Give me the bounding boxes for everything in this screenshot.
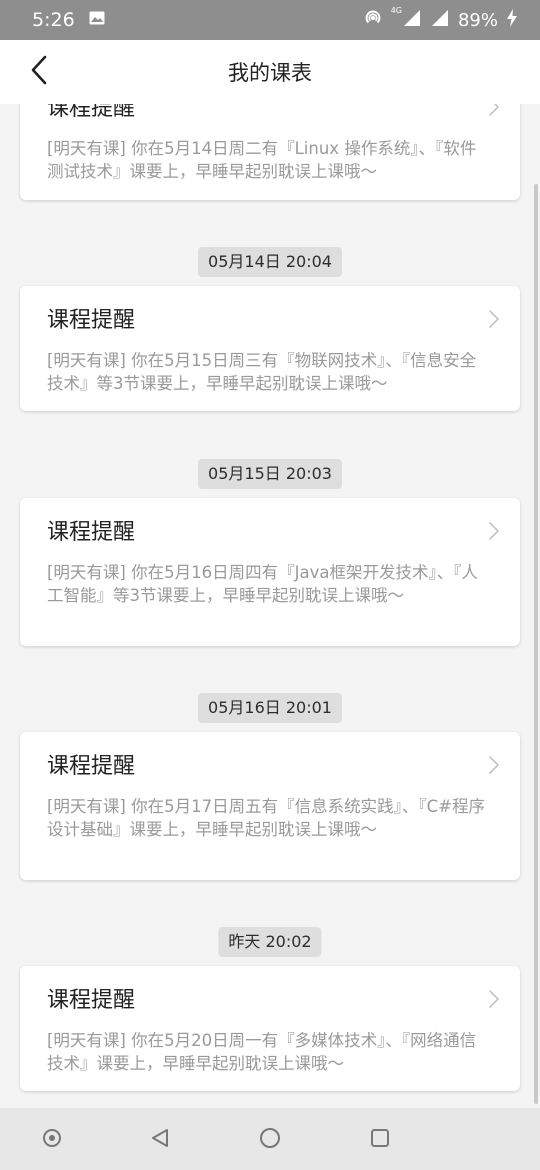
chevron-left-icon (30, 55, 48, 89)
status-indicators: 4G 89% (363, 5, 518, 33)
card-message: [明天有课] 你在5月16日周四有『Java框架开发技术』、『人工智能』等3节课… (47, 563, 478, 605)
timestamp-badge: 05月15日 20:03 (198, 459, 342, 489)
card-title: 课程提醒 (47, 308, 136, 333)
chevron-right-icon (488, 104, 500, 121)
chevron-right-icon (488, 989, 500, 1013)
timestamp-badge: 05月16日 20:01 (198, 693, 342, 723)
hotspot-icon (363, 8, 383, 33)
accessibility-dot-button[interactable] (40, 1128, 64, 1152)
card-message: [明天有课] 你在5月15日周三有『物联网技术』、『信息安全技术』等3节课要上，… (47, 351, 477, 393)
card-title: 课程提醒 (47, 754, 136, 779)
battery-percent: 89% (457, 9, 498, 31)
reminder-card[interactable]: 课程提醒 [明天有课] 你在5月16日周四有『Java框架开发技术』、『人工智能… (20, 498, 520, 646)
chevron-right-icon (488, 309, 500, 333)
reminder-card[interactable]: 课程提醒 [明天有课] 你在5月20日周一有『多媒体技术』、『网络通信技术』课要… (20, 966, 520, 1091)
page-title: 我的课表 (228, 61, 312, 85)
chevron-right-icon (488, 521, 500, 545)
timestamp-badge: 昨天 20:02 (218, 927, 322, 957)
message-feed[interactable]: 课程提醒 [明天有课] 你在5月14日周二有『Linux 操作系统』、『软件测试… (0, 104, 540, 1108)
status-time: 5:26 (32, 9, 75, 31)
card-message: [明天有课] 你在5月20日周一有『多媒体技术』、『网络通信技术』课要上，早睡早… (47, 1031, 477, 1073)
card-title: 课程提醒 (47, 520, 136, 545)
back-triangle-icon (149, 1127, 171, 1153)
signal-icon (430, 9, 450, 32)
back-button[interactable] (24, 55, 54, 89)
app-header: 我的课表 (0, 40, 540, 104)
nav-home-button[interactable] (258, 1128, 282, 1152)
reminder-card[interactable]: 课程提醒 [明天有课] 你在5月15日周三有『物联网技术』、『信息安全技术』等3… (20, 286, 520, 411)
scrollbar[interactable] (534, 184, 538, 1104)
reminder-card[interactable]: 课程提醒 [明天有课] 你在5月17日周五有『信息系统实践』、『C#程序设计基础… (20, 732, 520, 880)
network-type-label: 4G (390, 5, 402, 15)
card-title: 课程提醒 (47, 988, 136, 1013)
nav-recents-button[interactable] (368, 1128, 392, 1152)
system-nav-bar (0, 1108, 540, 1170)
card-title: 课程提醒 (47, 104, 136, 121)
gallery-notification-icon (89, 9, 105, 31)
charging-bolt-icon (506, 8, 518, 32)
status-bar: 5:26 4G 89% (0, 0, 540, 40)
recents-square-icon (369, 1127, 391, 1153)
timestamp-badge: 05月14日 20:04 (198, 247, 342, 277)
nav-back-button[interactable] (148, 1128, 172, 1152)
card-message: [明天有课] 你在5月17日周五有『信息系统实践』、『C#程序设计基础』课要上，… (47, 797, 485, 839)
chevron-right-icon (488, 755, 500, 779)
signal-4g-icon (402, 9, 422, 32)
reminder-card[interactable]: 课程提醒 [明天有课] 你在5月14日周二有『Linux 操作系统』、『软件测试… (20, 104, 520, 200)
accessibility-dot-icon (41, 1127, 63, 1153)
home-circle-icon (259, 1127, 281, 1153)
card-message: [明天有课] 你在5月14日周二有『Linux 操作系统』、『软件测试技术』课要… (47, 139, 477, 181)
